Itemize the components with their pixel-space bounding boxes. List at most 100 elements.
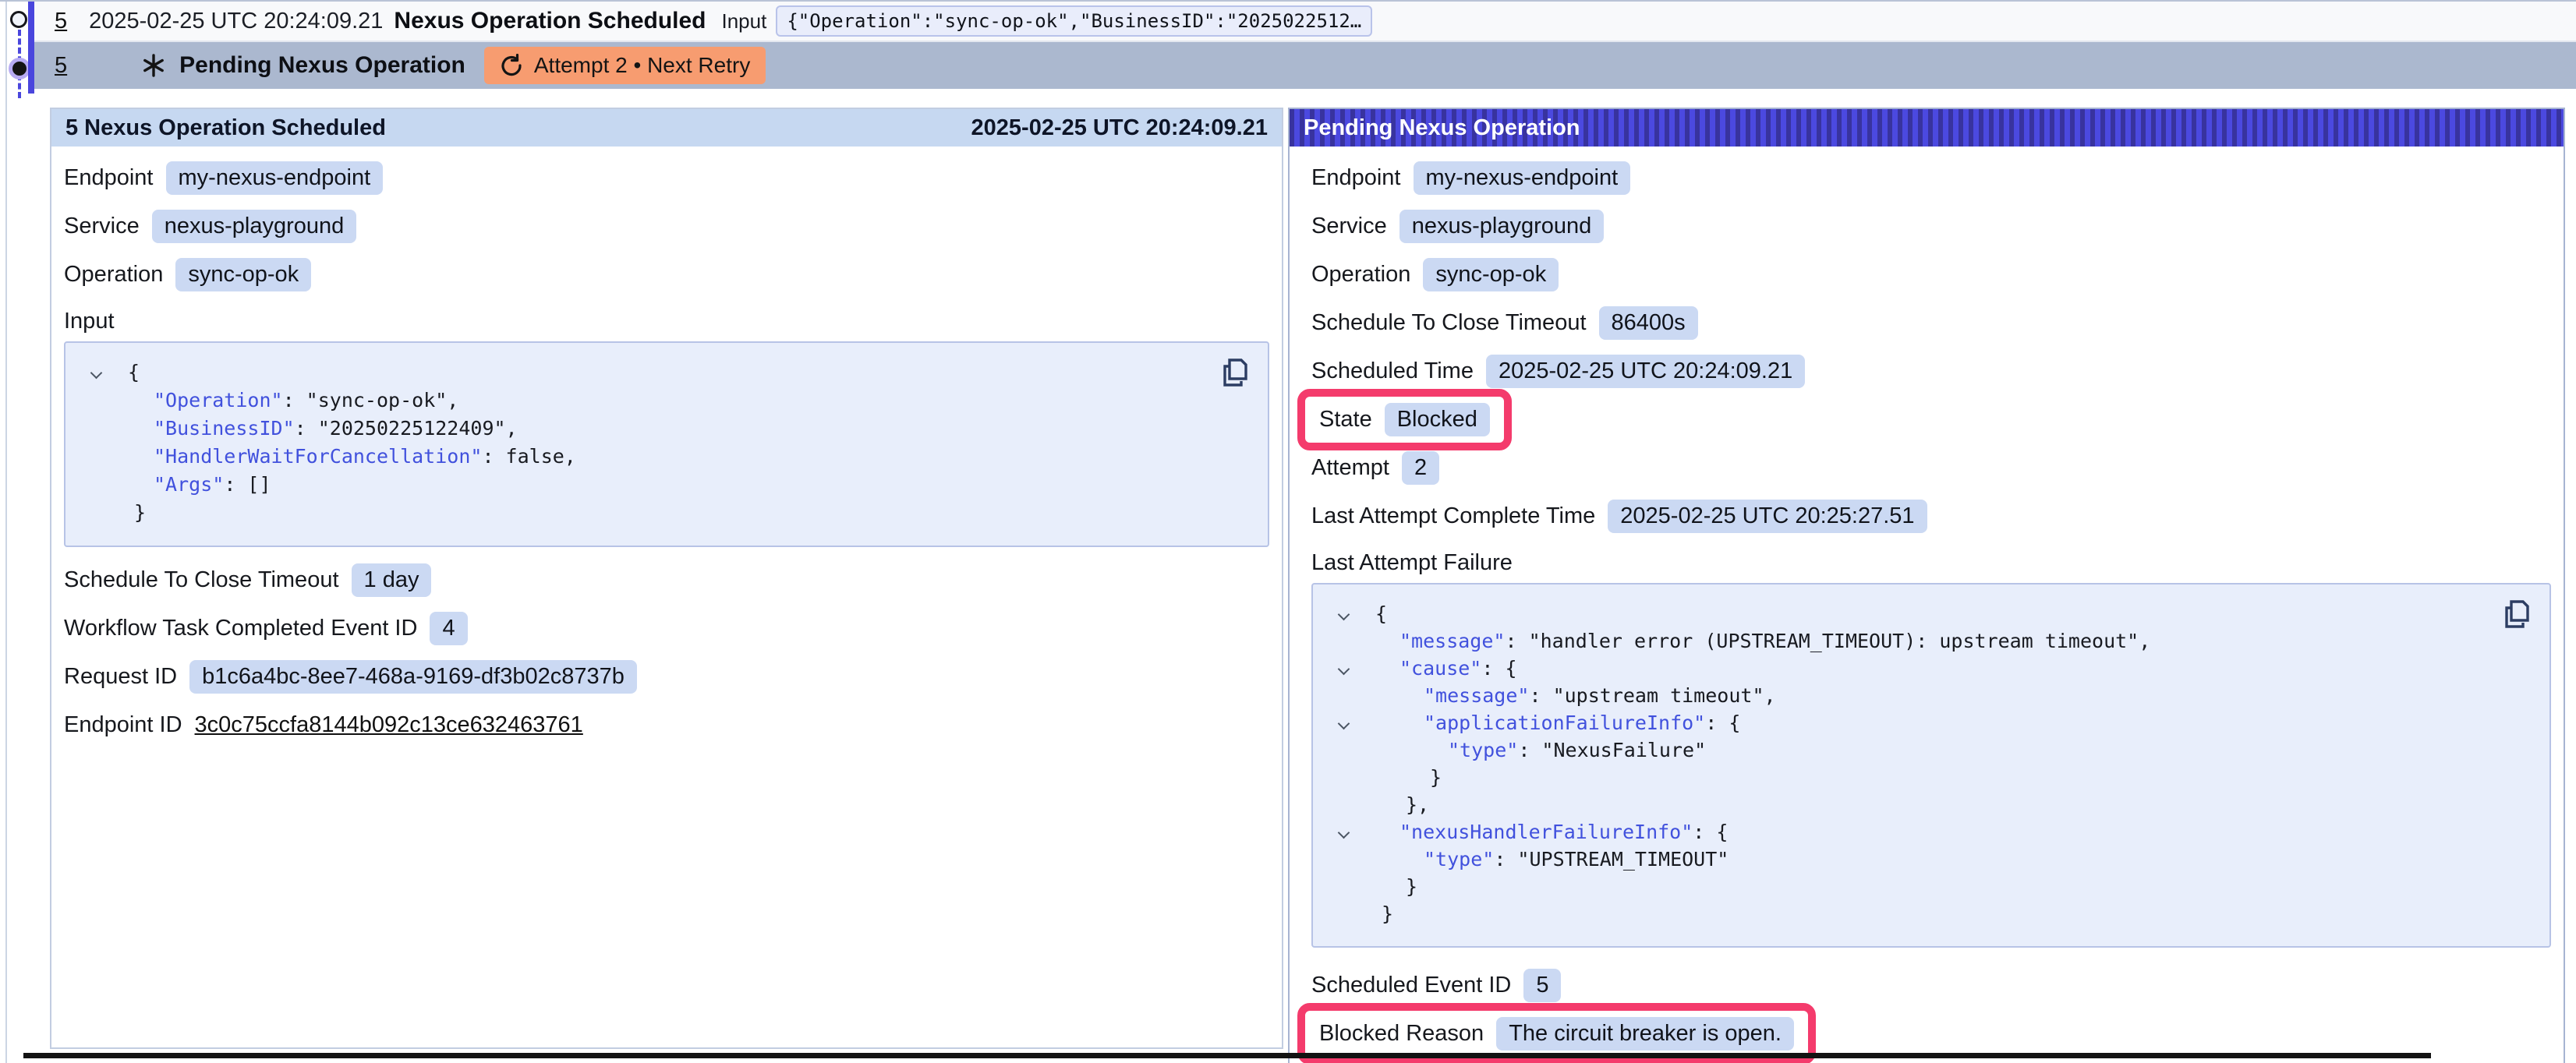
json-text: : {: [1693, 821, 1728, 843]
copy-icon[interactable]: [2501, 597, 2532, 631]
field-row-last-attempt-complete-time: Last Attempt Complete Time 2025-02-25 UTC…: [1311, 499, 2551, 534]
json-line: "message": "handler error (UPSTREAM_TIME…: [1375, 627, 2531, 655]
field-value-link[interactable]: 3c0c75ccfa8144b092c13ce632463761: [195, 712, 583, 738]
field-value-badge: 4: [430, 612, 467, 645]
attempt-retry-badge: Attempt 2 • Next Retry: [484, 47, 766, 84]
field-label: Request ID: [64, 664, 177, 690]
copy-icon[interactable]: [1219, 355, 1251, 390]
annotation-highlight-box: State Blocked: [1297, 389, 1512, 450]
field-label: Schedule To Close Timeout: [1311, 310, 1587, 336]
left-card-header: 5 Nexus Operation Scheduled 2025-02-25 U…: [51, 109, 1282, 147]
json-line: "type": "NexusFailure": [1375, 736, 2531, 764]
field-value-badge: 86400s: [1599, 306, 1698, 340]
collapse-chevron-icon[interactable]: [1339, 828, 1349, 838]
json-line: {: [1375, 600, 2531, 627]
event-timestamp: 2025-02-25 UTC 20:24:09.21: [89, 9, 383, 34]
field-row-scheduled-time: Scheduled Time2025-02-25 UTC 20:24:09.21: [1311, 354, 2551, 389]
right-card-header: Pending Nexus Operation: [1290, 109, 2564, 147]
json-key: "cause": [1399, 657, 1481, 680]
field-label: Endpoint: [64, 165, 154, 191]
field-label: Service: [64, 214, 140, 239]
json-text: },: [1406, 793, 1429, 816]
json-text: }: [1406, 875, 1417, 898]
input-json-block: {"Operation": "sync-op-ok","BusinessID":…: [64, 341, 1269, 547]
json-text: : "NexusFailure": [1518, 739, 1706, 761]
json-line: }: [1375, 764, 2531, 791]
field-value-badge: sync-op-ok: [175, 258, 311, 291]
field-row-operation: Operation sync-op-ok: [1311, 257, 2551, 292]
field-label: Schedule To Close Timeout: [64, 567, 339, 593]
nexus-operation-scheduled-card: 5 Nexus Operation Scheduled 2025-02-25 U…: [50, 108, 1283, 1049]
field-label: Workflow Task Completed Event ID: [64, 616, 417, 641]
json-text: : "upstream timeout",: [1529, 684, 1775, 707]
collapse-chevron-icon[interactable]: [92, 369, 101, 378]
field-label: Operation: [64, 262, 163, 288]
field-row-operation: Operation sync-op-ok: [64, 257, 1269, 292]
page-left-border: [5, 2, 7, 1063]
json-text: : "20250225122409",: [295, 417, 518, 440]
json-text: : {: [1481, 657, 1516, 680]
json-line: "type": "UPSTREAM_TIMEOUT": [1375, 846, 2531, 873]
json-line: {: [128, 358, 1249, 387]
pending-id-link[interactable]: 5: [55, 53, 67, 79]
json-line: "nexusHandlerFailureInfo": {: [1375, 818, 2531, 846]
field-value-badge: Blocked: [1385, 403, 1490, 436]
field-label: Endpoint ID: [64, 712, 182, 738]
input-section-label: Input: [64, 305, 1269, 337]
json-line: }: [1375, 900, 2531, 927]
pending-asterisk-icon: [142, 54, 165, 77]
json-line: "applicationFailureInfo": {: [1375, 709, 2531, 736]
field-label: Attempt: [1311, 455, 1389, 481]
json-key: "Operation": [154, 389, 283, 411]
field-row-endpoint: Endpointmy-nexus-endpoint: [1311, 161, 2551, 196]
timeline-node-open-icon: [10, 11, 27, 28]
right-card-title: Pending Nexus Operation: [1304, 115, 1580, 141]
json-text: {: [1375, 602, 1387, 625]
collapse-chevron-icon[interactable]: [1339, 719, 1349, 729]
field-value-badge: my-nexus-endpoint: [166, 161, 384, 195]
field-label: Endpoint: [1311, 165, 1401, 191]
last-attempt-failure-label: Last Attempt Failure: [1311, 547, 2551, 578]
event-row-nexus-operation-scheduled[interactable]: 5 2025-02-25 UTC 20:24:09.21 Nexus Opera…: [34, 2, 2576, 42]
event-input-label: Input: [722, 9, 767, 34]
field-row-service: Servicenexus-playground: [64, 209, 1269, 244]
json-key: "type": [1424, 848, 1494, 871]
field-value-badge: sync-op-ok: [1423, 258, 1559, 291]
field-label: Service: [1311, 214, 1387, 239]
json-line: "Operation": "sync-op-ok",: [128, 387, 1249, 415]
json-key: "Args": [154, 473, 224, 496]
field-label: Last Attempt Complete Time: [1311, 503, 1595, 529]
event-row-pending-nexus-operation[interactable]: 5 Pending Nexus Operation Attempt 2 • Ne…: [34, 42, 2576, 89]
json-text: }: [1382, 902, 1393, 925]
json-key: "BusinessID": [154, 417, 295, 440]
event-title: Nexus Operation Scheduled: [394, 8, 706, 34]
pending-title: Pending Nexus Operation: [179, 52, 465, 79]
json-text: }: [134, 501, 146, 524]
event-id-link[interactable]: 5: [55, 9, 67, 34]
json-key: "message": [1399, 630, 1505, 652]
field-value-badge: nexus-playground: [1399, 210, 1605, 243]
timeline-node-current-icon: [9, 58, 30, 79]
json-line: }: [1375, 873, 2531, 900]
field-label: State: [1319, 407, 1372, 433]
field-label: Blocked Reason: [1319, 1021, 1484, 1047]
field-row-scheduled-event-id: Scheduled Event ID5: [1311, 968, 2551, 1003]
pending-nexus-operation-card: Pending Nexus Operation Endpointmy-nexus…: [1288, 108, 2565, 1063]
field-value-badge: 2025-02-25 UTC 20:25:27.51: [1608, 500, 1927, 533]
left-card-time: 2025-02-25 UTC 20:24:09.21: [971, 115, 1268, 141]
field-value-badge: 5: [1523, 969, 1561, 1002]
json-line: "Args": []: [128, 471, 1249, 499]
json-text: }: [1430, 766, 1442, 789]
field-value-badge: The circuit breaker is open.: [1496, 1017, 1794, 1051]
temporal-event-history-screen: 5 2025-02-25 UTC 20:24:09.21 Nexus Opera…: [0, 0, 2576, 1063]
field-label: Operation: [1311, 262, 1410, 288]
collapse-chevron-icon[interactable]: [1339, 665, 1349, 674]
field-row-workflow-task-completed-event-id: Workflow Task Completed Event ID 4: [64, 611, 1269, 646]
selected-rows-accent-bar: [28, 2, 34, 94]
json-line: },: [1375, 791, 2531, 818]
json-line: "HandlerWaitForCancellation": false,: [128, 443, 1249, 471]
json-text: : false,: [482, 445, 575, 468]
field-value-badge: 2: [1402, 451, 1439, 485]
field-label: Scheduled Time: [1311, 358, 1474, 384]
collapse-chevron-icon[interactable]: [1339, 610, 1349, 620]
